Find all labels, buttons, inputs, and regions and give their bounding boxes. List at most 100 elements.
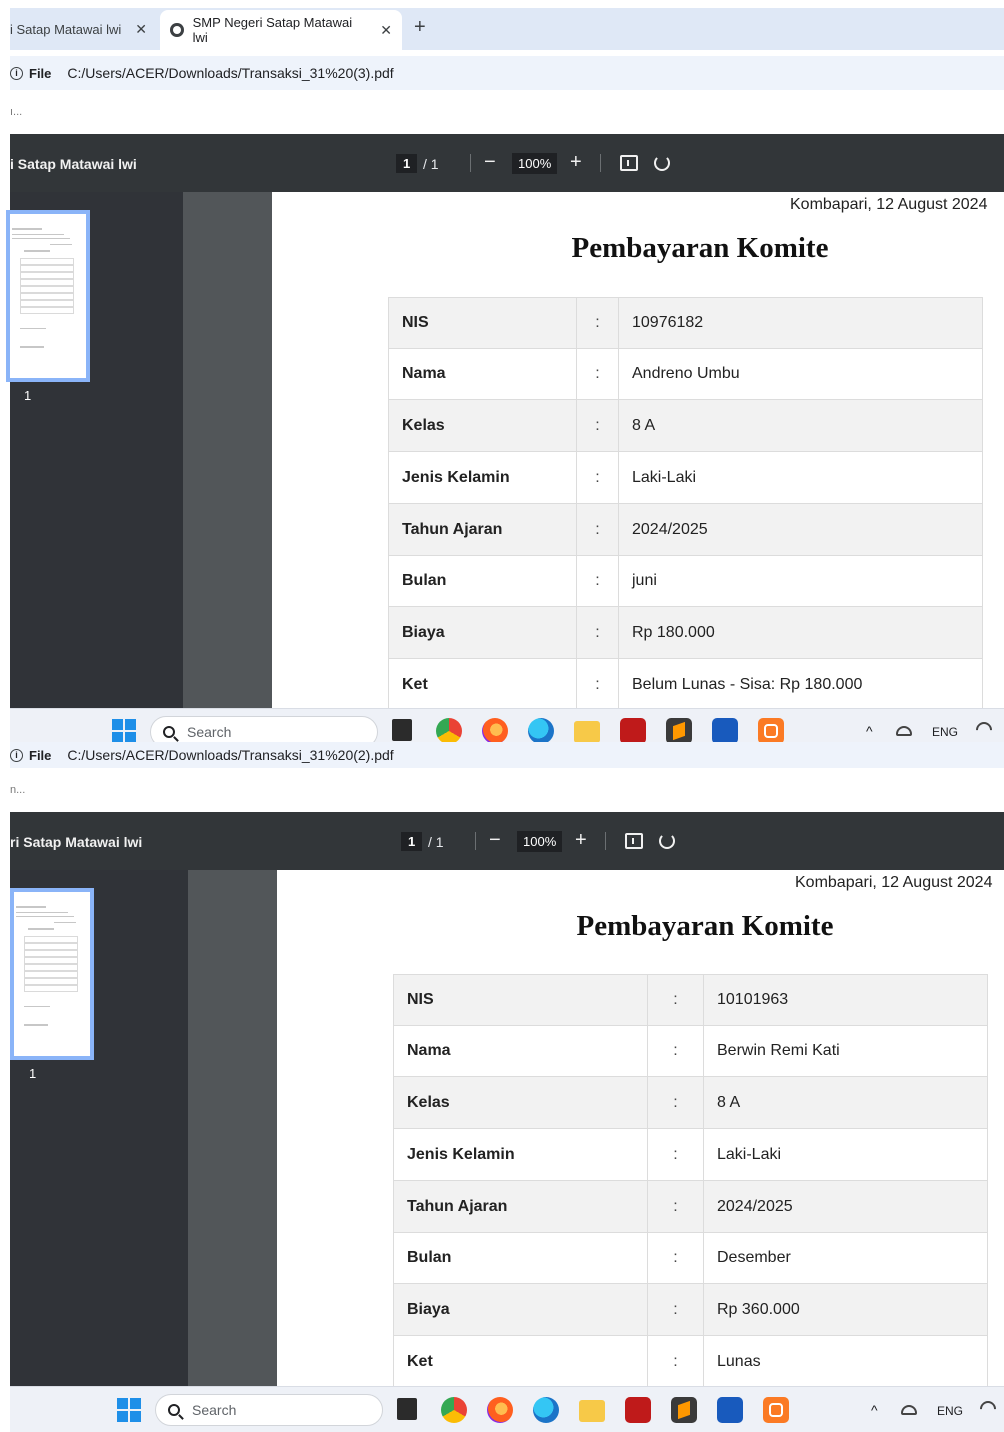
rotate-icon[interactable]: [654, 155, 670, 171]
tab-close-icon[interactable]: ✕: [380, 22, 392, 39]
zoom-in-icon[interactable]: +: [575, 830, 587, 850]
tray-chevron-icon[interactable]: ^: [866, 723, 873, 739]
filezilla-icon[interactable]: [625, 1397, 651, 1423]
pdf-document-title: i Satap Matawai lwi: [10, 156, 137, 172]
address-scheme: File: [29, 747, 52, 763]
address-bar[interactable]: i File C:/Users/ACER/Downloads/Transaksi…: [10, 742, 1004, 768]
row-value: 2024/2025: [703, 1180, 988, 1233]
fit-page-icon[interactable]: [625, 833, 643, 849]
screenshot-bottom: i File C:/Users/ACER/Downloads/Transaksi…: [0, 742, 1004, 1432]
table-row: Biaya : Rp 180.000: [388, 606, 983, 659]
row-value: Belum Lunas - Sisa: Rp 180.000: [618, 658, 983, 711]
row-label: Nama: [388, 348, 577, 400]
row-colon: :: [576, 658, 619, 711]
row-value: 10101963: [703, 974, 988, 1026]
row-label: Ket: [388, 658, 577, 711]
document-date: Kombapari, 12 August 2024: [790, 196, 988, 213]
payment-table: NIS : 10101963 Nama : Berwin Remi Kati K…: [393, 974, 988, 1388]
tab-active[interactable]: SMP Negeri Satap Matawai lwi ✕: [160, 10, 402, 50]
chrome-icon[interactable]: [436, 718, 462, 744]
row-colon: :: [647, 1335, 704, 1388]
tray-chevron-icon[interactable]: ^: [871, 1402, 878, 1418]
row-colon: :: [576, 555, 619, 607]
zoom-out-icon[interactable]: −: [484, 152, 496, 172]
fit-page-icon[interactable]: [620, 155, 638, 171]
zoom-out-icon[interactable]: −: [489, 830, 501, 850]
page-number-input[interactable]: 1: [396, 154, 418, 173]
tab-close-icon[interactable]: ✕: [135, 21, 147, 38]
edge-icon[interactable]: [528, 718, 554, 744]
windows-start-icon[interactable]: [117, 1398, 141, 1422]
word-icon[interactable]: [712, 718, 738, 744]
firefox-icon[interactable]: [482, 718, 508, 744]
folder-icon[interactable]: [579, 1400, 605, 1422]
xampp-icon[interactable]: [763, 1397, 789, 1423]
row-value: Lunas: [703, 1335, 988, 1388]
row-label: Bulan: [393, 1232, 648, 1284]
rotate-icon[interactable]: [659, 833, 675, 849]
pdf-toolbar: [10, 812, 1004, 870]
zoom-in-icon[interactable]: +: [570, 152, 582, 172]
payment-table: NIS : 10976182 Nama : Andreno Umbu Kelas…: [388, 297, 983, 711]
page-thumbnail[interactable]: [6, 210, 90, 382]
row-label: Nama: [393, 1025, 648, 1077]
file-explorer-dark-icon[interactable]: [392, 719, 412, 741]
zoom-level-input[interactable]: 100%: [517, 831, 563, 852]
word-icon[interactable]: [717, 1397, 743, 1423]
table-row: Tahun Ajaran : 2024/2025: [393, 1180, 988, 1233]
zoom-level-input[interactable]: 100%: [512, 153, 558, 174]
table-row: Ket : Lunas: [393, 1335, 988, 1388]
toolbar-divider: [600, 154, 601, 172]
page-number-input[interactable]: 1: [401, 832, 423, 851]
filezilla-icon[interactable]: [620, 718, 646, 744]
sublime-icon[interactable]: [671, 1397, 697, 1423]
row-colon: :: [576, 399, 619, 452]
search-icon: [168, 1404, 180, 1416]
document-date: Kombapari, 12 August 2024: [795, 874, 993, 891]
row-value: Laki-Laki: [618, 451, 983, 504]
table-row: Kelas : 8 A: [388, 399, 983, 452]
taskbar-search[interactable]: Search: [155, 1394, 383, 1426]
cloud-icon[interactable]: [901, 1405, 917, 1415]
chrome-icon[interactable]: [441, 1397, 467, 1423]
row-value: juni: [618, 555, 983, 607]
language-indicator[interactable]: ENG: [937, 1404, 963, 1418]
sublime-icon[interactable]: [666, 718, 692, 744]
table-row: Bulan : Desember: [393, 1232, 988, 1284]
row-value: Desember: [703, 1232, 988, 1284]
address-url: C:/Users/ACER/Downloads/Transaksi_31%20(…: [67, 65, 394, 81]
windows-start-icon[interactable]: [112, 719, 136, 743]
info-icon[interactable]: i: [10, 748, 23, 762]
table-row: NIS : 10976182: [388, 297, 983, 349]
row-colon: :: [647, 1076, 704, 1129]
tab-active-label: SMP Negeri Satap Matawai lwi: [192, 15, 353, 45]
language-indicator[interactable]: ENG: [932, 725, 958, 739]
row-label: NIS: [393, 974, 648, 1026]
folder-icon[interactable]: [574, 721, 600, 743]
globe-icon: [170, 23, 184, 37]
edge-icon[interactable]: [533, 1397, 559, 1423]
row-colon: :: [647, 974, 704, 1026]
viewer-gutter: [183, 192, 272, 708]
file-explorer-dark-icon[interactable]: [397, 1398, 417, 1420]
table-row: Jenis Kelamin : Laki-Laki: [388, 451, 983, 504]
firefox-icon[interactable]: [487, 1397, 513, 1423]
address-url: C:/Users/ACER/Downloads/Transaksi_31%20(…: [67, 747, 394, 763]
new-tab-icon[interactable]: +: [414, 16, 426, 39]
tab-inactive-label: i Satap Matawai lwi: [10, 21, 122, 37]
row-label: Kelas: [388, 399, 577, 452]
row-colon: :: [647, 1232, 704, 1284]
row-label: Biaya: [388, 606, 577, 659]
row-colon: :: [647, 1180, 704, 1233]
cloud-icon[interactable]: [896, 726, 912, 736]
search-icon: [163, 726, 175, 738]
xampp-icon[interactable]: [758, 718, 784, 744]
document-heading: Pembayaran Komite: [576, 910, 834, 942]
info-icon[interactable]: i: [10, 66, 23, 80]
address-bar[interactable]: i File C:/Users/ACER/Downloads/Transaksi…: [10, 56, 1004, 90]
thumbnail-page-number: 1: [24, 388, 32, 403]
page-thumbnail[interactable]: [10, 888, 94, 1060]
row-value: 2024/2025: [618, 503, 983, 556]
tab-inactive[interactable]: i Satap Matawai lwi ✕: [10, 20, 147, 38]
row-value: 8 A: [703, 1076, 988, 1129]
